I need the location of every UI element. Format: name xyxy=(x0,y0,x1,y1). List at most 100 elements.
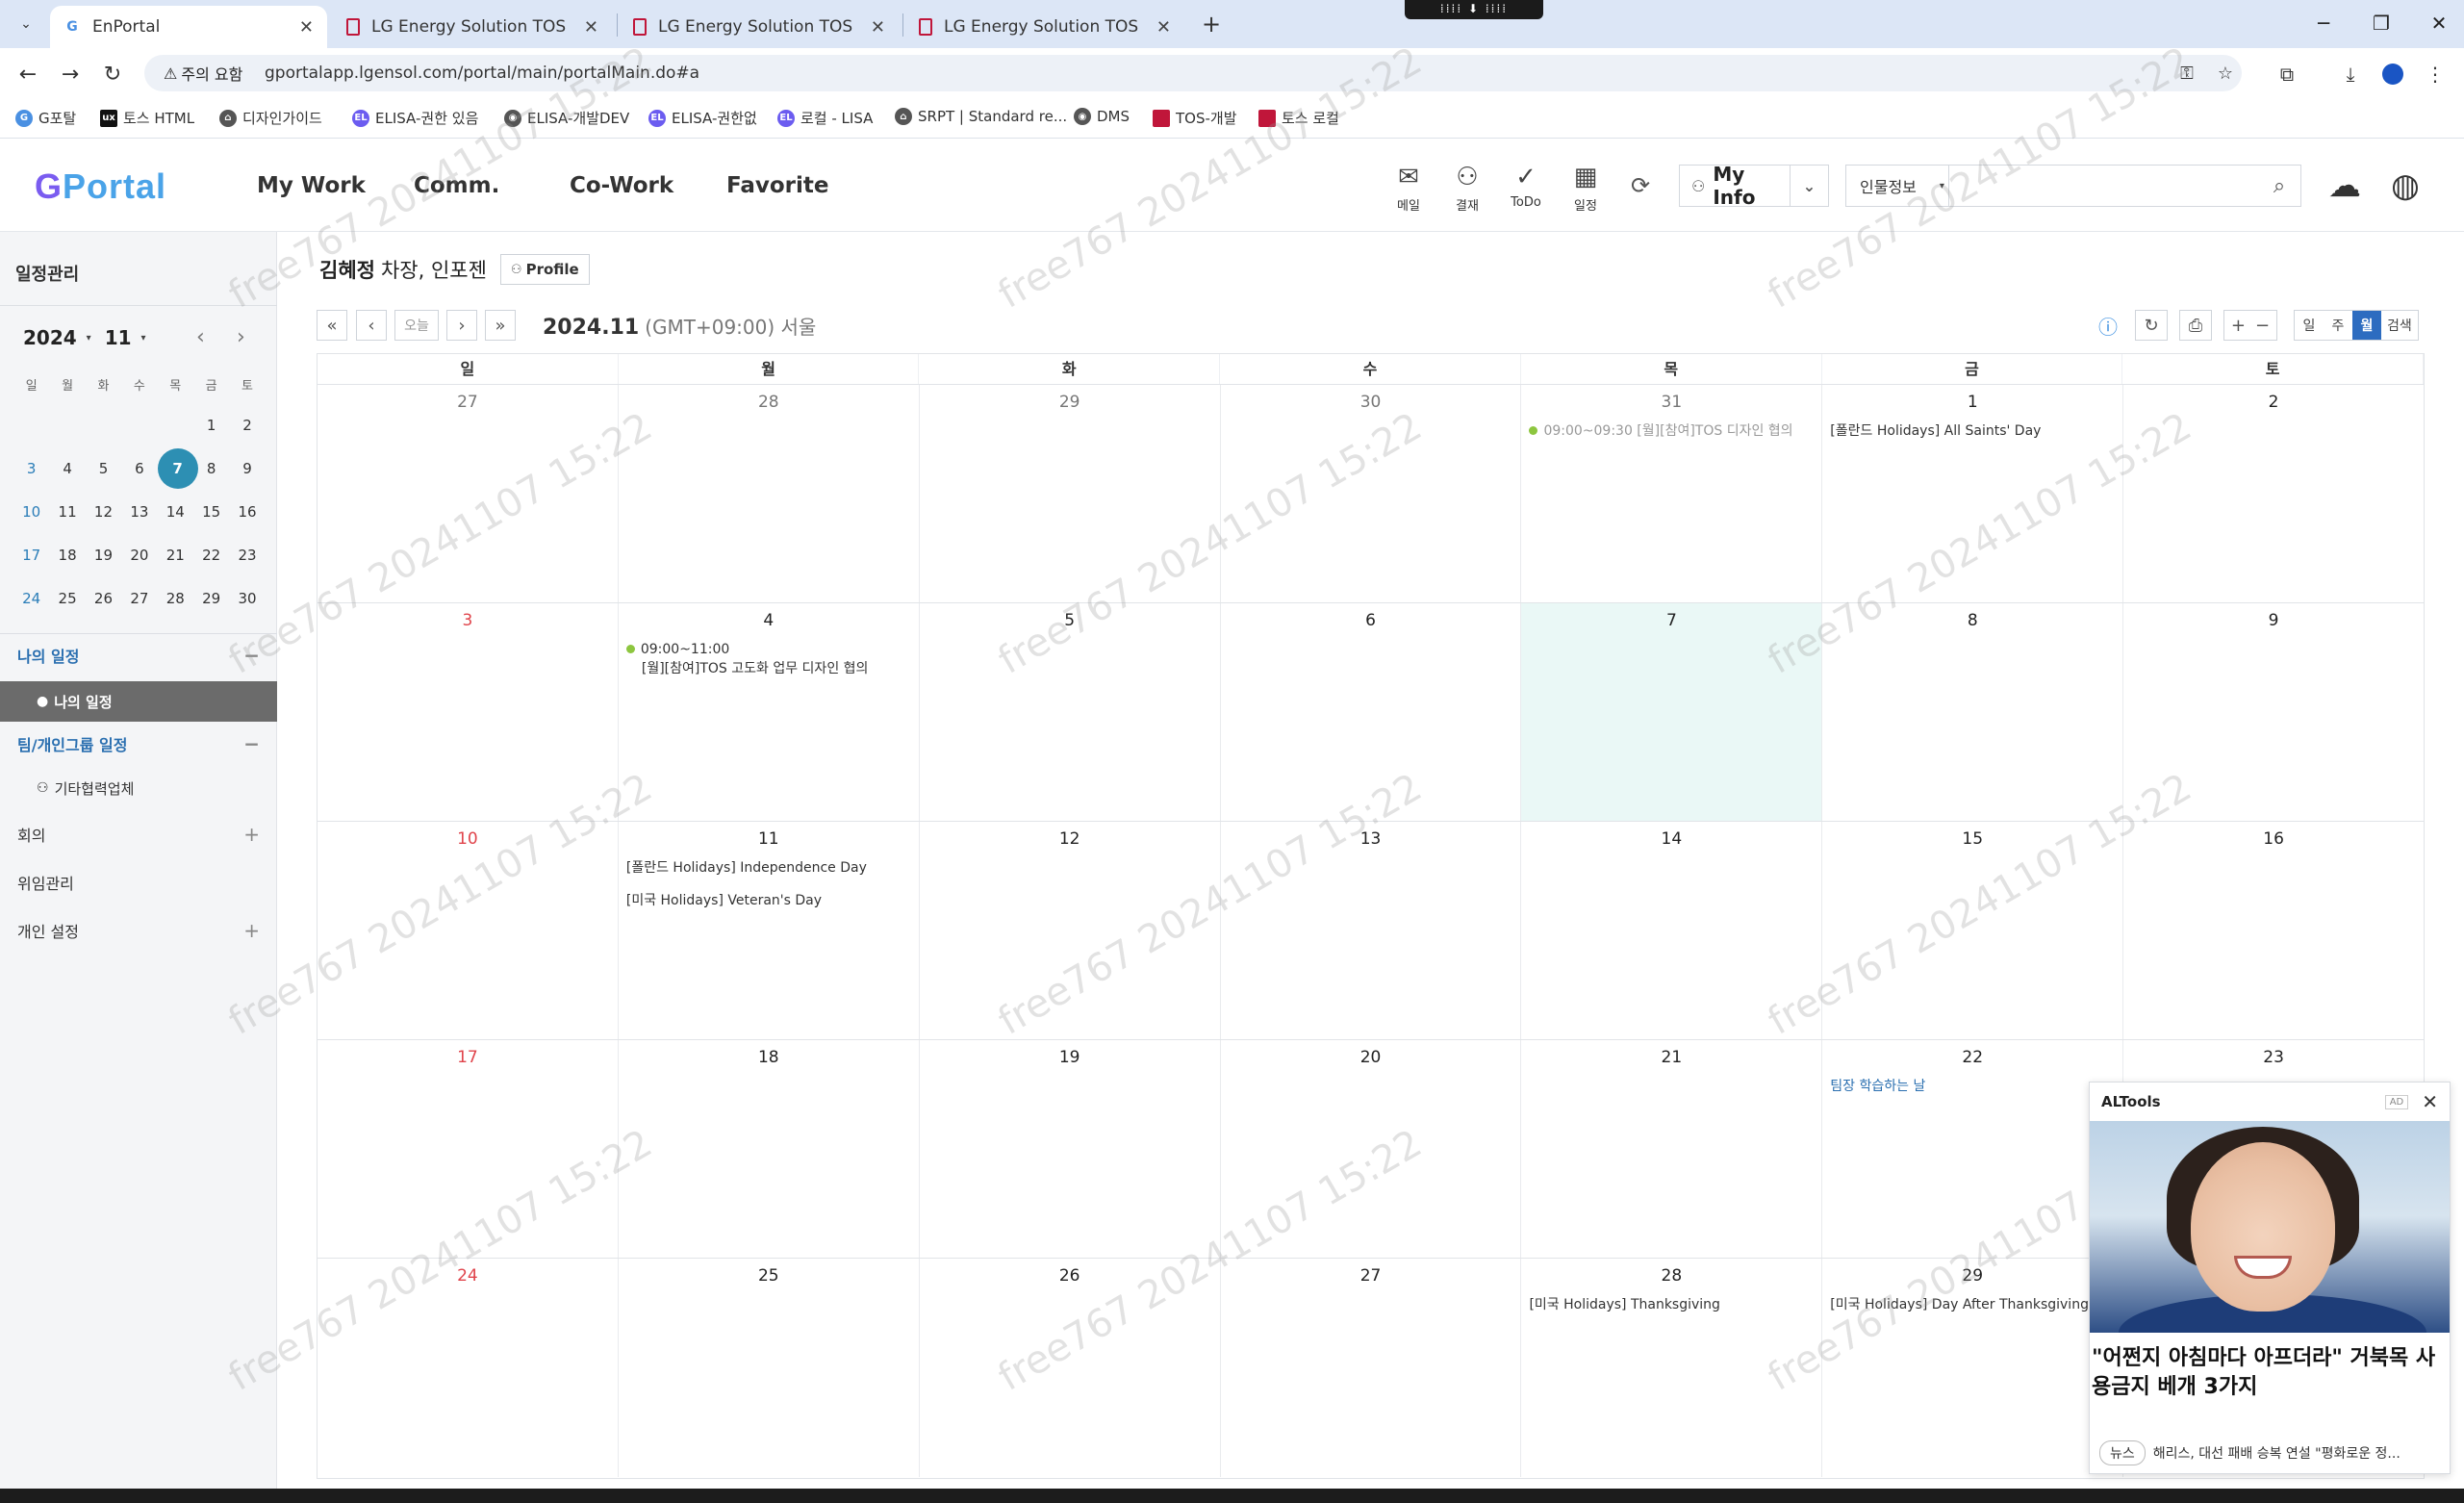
profile-avatar-icon[interactable] xyxy=(2378,60,2407,89)
url-text[interactable]: gportalapp.lgensol.com/portal/main/porta… xyxy=(265,64,699,83)
extensions-icon[interactable]: ⧉ xyxy=(2273,60,2301,89)
close-tab-icon[interactable]: ✕ xyxy=(871,17,885,38)
reload-icon[interactable]: ↻ xyxy=(98,60,127,89)
bookmark-item[interactable]: ◉ DMS xyxy=(1074,108,1130,125)
mini-day[interactable]: 19 xyxy=(86,547,121,564)
download-icon[interactable]: ⤓ xyxy=(2336,60,2365,89)
next-month-icon[interactable]: › xyxy=(446,310,477,341)
mini-day[interactable]: 21 xyxy=(158,547,193,564)
security-chip[interactable]: ⚠ 주의 요함 xyxy=(154,60,252,87)
calendar-day[interactable]: 27 xyxy=(1221,1259,1522,1477)
mini-day[interactable]: 1 xyxy=(193,417,229,434)
calendar-day-today[interactable]: 7 xyxy=(1521,603,1823,821)
view-week-tab[interactable]: 주 xyxy=(2324,311,2352,340)
browser-tab-tos-3[interactable]: LG Energy Solution TOS ✕ xyxy=(905,6,1184,48)
calendar-day[interactable]: 17 xyxy=(318,1040,619,1258)
ad-news-line[interactable]: 뉴스 해리스, 대선 패배 승복 연설 "평화로운 정... xyxy=(2099,1440,2442,1465)
next-month-icon[interactable]: › xyxy=(237,325,245,349)
info-icon[interactable]: ⓘ xyxy=(2092,310,2124,341)
bookmark-item[interactable]: G G포탈 xyxy=(15,108,76,128)
calendar-day[interactable]: 5 xyxy=(920,603,1221,821)
nav-my-work[interactable]: My Work xyxy=(257,173,366,198)
calendar-day[interactable]: 30 xyxy=(1221,385,1522,602)
bookmark-item[interactable]: EL ELISA-권한 있음 xyxy=(352,108,478,128)
bookmark-star-icon[interactable]: ☆ xyxy=(2213,61,2238,86)
calendar-day[interactable]: 26 xyxy=(920,1259,1221,1477)
search-input[interactable] xyxy=(1948,166,2258,206)
mini-day[interactable]: 3 xyxy=(13,460,49,477)
nav-favorite[interactable]: Favorite xyxy=(726,173,829,198)
meeting-section[interactable]: 회의 + xyxy=(0,813,277,855)
bookmark-item[interactable]: 토스 로컬 xyxy=(1258,108,1339,128)
calendar-day[interactable]: 10 xyxy=(318,822,619,1039)
caret-down-icon[interactable]: ▾ xyxy=(87,333,91,344)
calendar-day[interactable]: 6 xyxy=(1221,603,1522,821)
mini-day[interactable]: 24 xyxy=(13,590,49,607)
mini-day[interactable]: 15 xyxy=(193,503,229,521)
globe-icon[interactable]: ◍ xyxy=(2384,165,2426,207)
collapse-icon[interactable]: − xyxy=(243,644,260,667)
mini-day[interactable]: 2 xyxy=(229,417,265,434)
bookmark-item[interactable]: TOS-개발 xyxy=(1153,108,1237,128)
calendar-event[interactable]: [폴란드 Holidays] Independence Day xyxy=(619,858,919,878)
close-window-icon[interactable]: ✕ xyxy=(2410,6,2464,40)
bookmark-item[interactable]: ◉ ELISA-개발DEV xyxy=(504,108,629,128)
view-month-tab[interactable]: 월 xyxy=(2352,311,2381,340)
ad-headline[interactable]: "어쩐지 아침마다 아프더라" 거북목 사용금지 베개 3가지 xyxy=(2090,1333,2450,1402)
mini-year-select[interactable]: 2024 xyxy=(23,326,77,349)
mini-month-select[interactable]: 11 xyxy=(105,326,132,349)
zoom-out-icon[interactable]: − xyxy=(2255,316,2270,336)
print-icon[interactable]: ⎙ xyxy=(2179,310,2212,341)
mini-day[interactable]: 8 xyxy=(193,460,229,477)
sync-icon[interactable]: ⟳ xyxy=(1631,172,1650,199)
password-key-icon[interactable]: ⚿ xyxy=(2174,61,2199,86)
my-info-dropdown[interactable]: ⚇ My Info ⌄ xyxy=(1679,163,1829,209)
calendar-event[interactable]: 팀장 학습하는 날 xyxy=(1822,1077,2122,1096)
mini-day[interactable]: 23 xyxy=(229,547,265,564)
calendar-day[interactable]: 2 xyxy=(2123,385,2424,602)
mini-day[interactable]: 9 xyxy=(229,460,265,477)
search-category-select[interactable]: 인물정보 ▾ xyxy=(1846,174,1948,197)
schedule-button[interactable]: ▦ 일정 xyxy=(1559,163,1613,214)
restore-icon[interactable]: ❐ xyxy=(2352,6,2410,40)
calendar-day[interactable]: 31 09:00~09:30 [월][참여]TOS 디자인 협의 xyxy=(1521,385,1823,602)
bookmark-item[interactable]: ux 토스 HTML xyxy=(100,108,194,128)
calendar-day[interactable]: 18 xyxy=(619,1040,920,1258)
ad-photo[interactable] xyxy=(2090,1121,2450,1333)
portal-logo[interactable]: GPortal xyxy=(35,166,166,207)
forward-icon[interactable]: → xyxy=(56,60,85,89)
calendar-event[interactable]: [미국 Holidays] Thanksgiving xyxy=(1521,1295,1821,1314)
mini-day[interactable]: 27 xyxy=(121,590,157,607)
omnibox[interactable]: ⚠ 주의 요함 gportalapp.lgensol.com/portal/ma… xyxy=(144,55,2242,91)
calendar-day[interactable]: 4 09:00~11:00 [월][참여]TOS 고도화 업무 디자인 협의 xyxy=(619,603,920,821)
calendar-day[interactable]: 15 xyxy=(1822,822,2124,1039)
calendar-day[interactable]: 24 xyxy=(318,1259,619,1477)
calendar-day[interactable]: 12 xyxy=(920,822,1221,1039)
my-schedule-section[interactable]: 나의 일정 − xyxy=(0,634,277,676)
close-tab-icon[interactable]: ✕ xyxy=(584,17,598,38)
calendar-day[interactable]: 20 xyxy=(1221,1040,1522,1258)
calendar-day[interactable]: 29 xyxy=(920,385,1221,602)
expand-icon[interactable]: + xyxy=(243,919,260,942)
mini-day[interactable]: 6 xyxy=(121,460,157,477)
profile-button[interactable]: ⚇ Profile xyxy=(499,254,590,285)
nav-comm[interactable]: Comm. xyxy=(414,173,499,198)
mail-button[interactable]: ✉ 메일 xyxy=(1382,163,1435,214)
calendar-day[interactable]: 29 [미국 Holidays] Day After Thanksgiving xyxy=(1822,1259,2124,1477)
mini-day[interactable]: 26 xyxy=(86,590,121,607)
settings-section[interactable]: 개인 설정 + xyxy=(0,909,277,952)
prev-year-icon[interactable]: « xyxy=(317,310,347,341)
delegation-section[interactable]: 위임관리 xyxy=(0,861,277,904)
mini-day[interactable]: 30 xyxy=(229,590,265,607)
mini-day[interactable]: 5 xyxy=(86,460,121,477)
next-year-icon[interactable]: » xyxy=(485,310,516,341)
browser-tab-tos-2[interactable]: LG Energy Solution TOS ✕ xyxy=(620,6,899,48)
prev-month-icon[interactable]: ‹ xyxy=(356,310,387,341)
todo-button[interactable]: ✓ ToDo xyxy=(1499,163,1553,210)
mini-day[interactable]: 18 xyxy=(49,547,85,564)
calendar-day[interactable]: 19 xyxy=(920,1040,1221,1258)
mini-day[interactable]: 16 xyxy=(229,503,265,521)
calendar-day[interactable]: 25 xyxy=(619,1259,920,1477)
mini-day[interactable]: 11 xyxy=(49,503,85,521)
team-item-partner[interactable]: ⚇ 기타협력업체 xyxy=(0,768,277,808)
